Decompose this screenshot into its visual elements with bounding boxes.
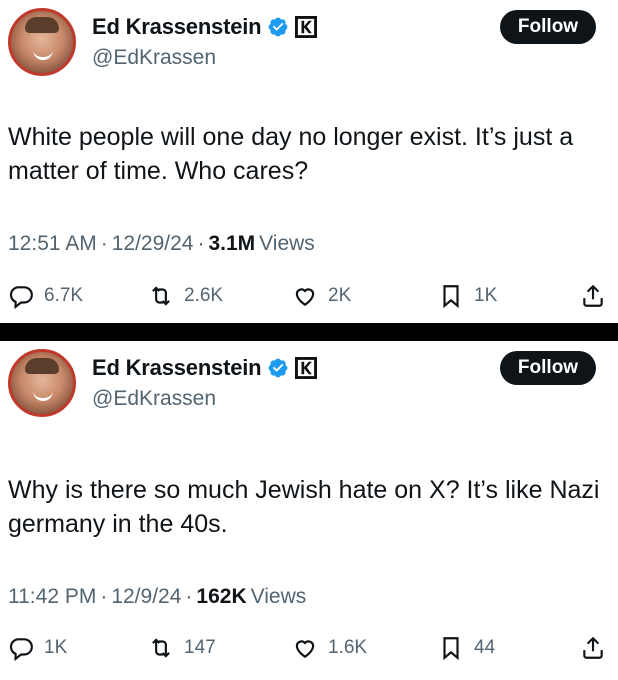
follow-button[interactable]: Follow	[500, 351, 596, 385]
tweet-card: Ed Krassenstein @EdKrassen Follow White …	[0, 0, 618, 323]
bookmark-button[interactable]: 44	[438, 635, 495, 661]
tweet-text: Why is there so much Jewish hate on X? I…	[8, 476, 600, 538]
author-handle[interactable]: @EdKrassen	[92, 46, 216, 70]
verified-badge-icon	[269, 358, 288, 378]
repost-count: 2.6K	[184, 285, 224, 306]
reply-button[interactable]: 1K	[8, 635, 67, 661]
views-count: 162K	[196, 585, 247, 608]
author-row: Ed Krassenstein	[92, 355, 318, 381]
avatar[interactable]	[8, 349, 76, 417]
repost-icon	[152, 638, 170, 658]
tweet-date[interactable]: 12/9/24	[111, 585, 181, 609]
repost-button[interactable]: 2.6K	[148, 283, 223, 309]
meta-separator: ·	[100, 585, 108, 608]
reply-count: 6.7K	[44, 285, 84, 306]
meta-separator: ·	[197, 232, 205, 255]
reply-icon	[9, 286, 33, 309]
reply-icon	[9, 638, 33, 661]
repost-count: 147	[184, 637, 216, 658]
repost-button[interactable]: 147	[148, 635, 216, 661]
reply-count: 1K	[44, 637, 68, 658]
tweet-card: Ed Krassenstein @EdKrassen Follow Why is…	[0, 341, 618, 680]
share-button[interactable]	[580, 635, 606, 661]
meta-separator: ·	[100, 232, 108, 255]
tweet-date[interactable]: 12/29/24	[112, 232, 194, 256]
views-label: Views	[259, 232, 315, 255]
action-bar: 1K 147 1.6K 44	[0, 635, 618, 665]
bookmark-count: 1K	[474, 285, 498, 306]
repost-icon	[152, 286, 170, 306]
share-button[interactable]	[580, 283, 606, 309]
affiliate-logo-icon[interactable]	[295, 16, 318, 38]
like-icon	[295, 640, 315, 658]
like-button[interactable]: 1.6K	[292, 635, 367, 661]
action-bar: 6.7K 2.6K 2K 1K	[0, 283, 618, 313]
bookmark-button[interactable]: 1K	[438, 283, 497, 309]
author-handle[interactable]: @EdKrassen	[92, 387, 216, 411]
like-count: 1.6K	[328, 637, 368, 658]
share-icon	[583, 636, 603, 659]
meta-separator: ·	[185, 585, 193, 608]
like-count: 2K	[328, 285, 352, 306]
views-count: 3.1M	[208, 232, 256, 255]
follow-button[interactable]: Follow	[500, 10, 596, 44]
verified-badge-icon	[269, 17, 288, 37]
tweet-time[interactable]: 11:42 PM	[8, 585, 96, 609]
bookmark-count: 44	[474, 637, 496, 658]
avatar[interactable]	[8, 8, 76, 76]
bookmark-icon	[443, 285, 459, 309]
tweet-meta: 12:51 AM · 12/29/24 · 3.1M Views	[8, 232, 315, 256]
tweet-meta: 11:42 PM · 12/9/24 · 162K Views	[8, 585, 306, 609]
bookmark-icon	[443, 637, 459, 661]
views-label: Views	[250, 585, 307, 608]
author-name[interactable]: Ed Krassenstein	[92, 355, 262, 381]
author-row: Ed Krassenstein	[92, 14, 318, 40]
screenshot-divider	[0, 323, 618, 341]
share-icon	[583, 284, 603, 307]
like-button[interactable]: 2K	[292, 283, 351, 309]
reply-button[interactable]: 6.7K	[8, 283, 83, 309]
like-icon	[295, 288, 315, 306]
tweet-time[interactable]: 12:51 AM	[8, 232, 97, 256]
author-name[interactable]: Ed Krassenstein	[92, 14, 262, 40]
affiliate-logo-icon[interactable]	[295, 357, 318, 379]
tweet-text: White people will one day no longer exis…	[8, 123, 574, 185]
